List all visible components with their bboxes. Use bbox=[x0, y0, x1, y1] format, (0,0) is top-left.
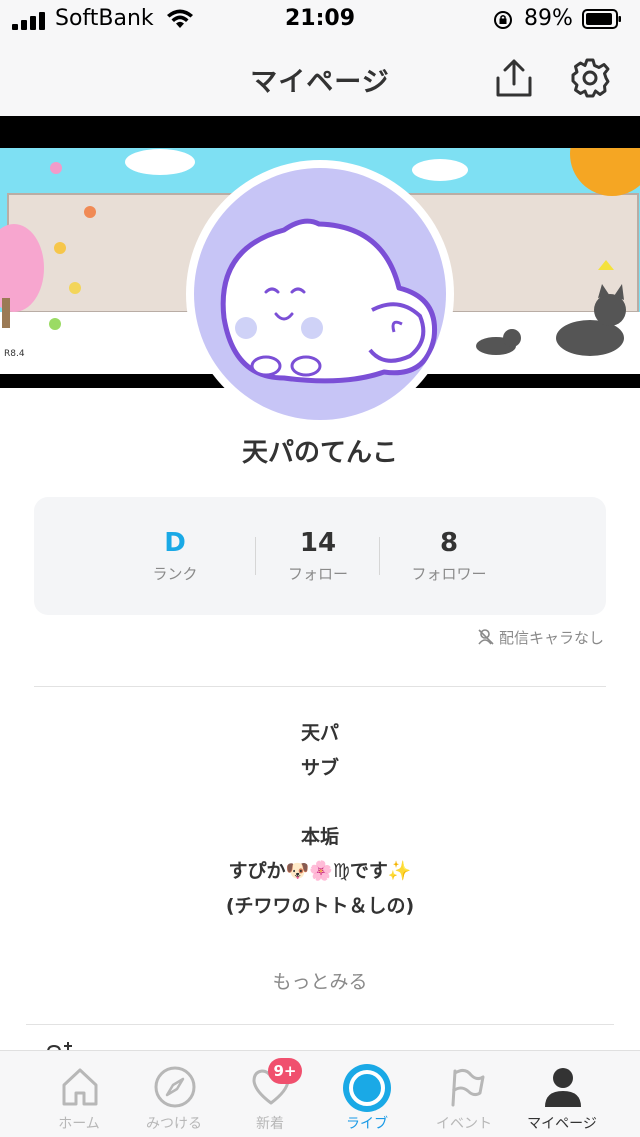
tab-discover[interactable]: みつける bbox=[121, 1051, 227, 1137]
divider bbox=[34, 686, 606, 687]
follower-label: フォロワー bbox=[411, 565, 487, 583]
svg-text:R8.4: R8.4 bbox=[4, 349, 25, 359]
profile-bio: 天パ サブ 本垢 すぴか🐶🌸♍です✨ (チワワのトト＆しの) bbox=[0, 716, 640, 923]
profile-stats-card: D ランク 14 フォロー 8 フォロワー bbox=[34, 497, 606, 615]
flag-icon bbox=[451, 1068, 485, 1107]
battery-percent: 89% bbox=[524, 6, 573, 31]
no-character-note: 配信キャラなし bbox=[477, 627, 604, 648]
bio-line bbox=[0, 785, 640, 820]
follower-stat[interactable]: 8 フォロワー bbox=[394, 527, 504, 584]
live-circle-icon bbox=[343, 1064, 391, 1112]
see-more-link[interactable]: もっとみる bbox=[0, 967, 640, 994]
avatar[interactable] bbox=[186, 160, 454, 428]
page-title: マイページ bbox=[250, 67, 390, 98]
rank-stat[interactable]: D ランク bbox=[130, 527, 220, 584]
notification-badge: 9+ bbox=[268, 1058, 302, 1084]
tab-bar: ホーム みつける 新着 ライブ イベント マイページ bbox=[0, 1050, 640, 1137]
status-bar: SoftBank 21:09 89% bbox=[0, 0, 640, 40]
bio-line: すぴか🐶🌸♍です✨ bbox=[228, 860, 412, 882]
rank-label: ランク bbox=[152, 565, 198, 583]
rotation-lock-icon bbox=[494, 11, 512, 29]
bio-line: 本垢 bbox=[300, 825, 339, 848]
no-character-icon bbox=[478, 629, 494, 645]
bio-line: (チワワのトト＆しの) bbox=[225, 894, 415, 917]
divider bbox=[26, 1024, 614, 1025]
tab-home[interactable]: ホーム bbox=[26, 1051, 132, 1137]
tab-label: イベント bbox=[436, 1116, 492, 1132]
tab-label: みつける bbox=[146, 1116, 202, 1132]
follow-stat[interactable]: 14 フォロー bbox=[268, 527, 368, 584]
tab-label: 新着 bbox=[256, 1116, 284, 1132]
tab-label: ライブ bbox=[346, 1116, 388, 1132]
tab-live[interactable]: ライブ bbox=[314, 1051, 420, 1137]
avatar-illustration bbox=[220, 218, 438, 384]
rank-value: D bbox=[164, 528, 186, 558]
profile-username: 天パのてんこ bbox=[241, 438, 398, 468]
tab-mypage[interactable]: マイページ bbox=[509, 1051, 615, 1137]
home-icon bbox=[62, 1068, 98, 1106]
avatar-image bbox=[194, 168, 446, 420]
person-icon bbox=[545, 1068, 581, 1107]
follower-count: 8 bbox=[439, 528, 459, 558]
navigation-bar: マイページ bbox=[0, 40, 640, 116]
follow-label: フォロー bbox=[287, 565, 348, 583]
compass-icon bbox=[154, 1066, 196, 1108]
follow-count: 14 bbox=[299, 528, 337, 558]
no-character-label: 配信キャラなし bbox=[498, 629, 604, 647]
stats-divider bbox=[255, 537, 256, 575]
bio-line: サブ bbox=[300, 756, 339, 779]
tab-event[interactable]: イベント bbox=[411, 1051, 517, 1137]
tab-label: ホーム bbox=[58, 1116, 100, 1132]
gear-icon[interactable] bbox=[568, 56, 612, 100]
bio-line: 天パ bbox=[300, 722, 339, 744]
stats-divider bbox=[379, 537, 380, 575]
tab-label: マイページ bbox=[527, 1116, 597, 1132]
share-icon[interactable] bbox=[492, 56, 536, 100]
battery-icon bbox=[582, 9, 621, 29]
